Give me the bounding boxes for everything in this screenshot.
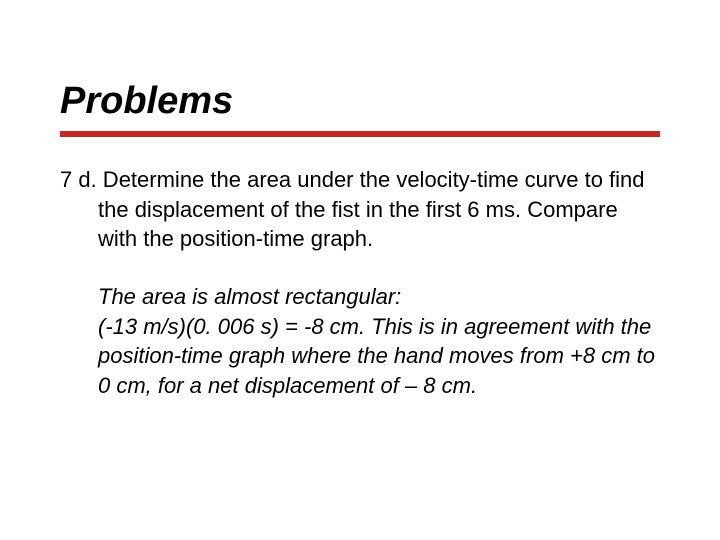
answer-block: The area is almost rectangular: (-13 m/s… bbox=[60, 282, 660, 401]
answer-line-1: The area is almost rectangular: bbox=[98, 282, 660, 312]
answer-line-2: (-13 m/s)(0. 006 s) = -8 cm. This is in … bbox=[98, 312, 660, 401]
problem-text: 7 d. Determine the area under the veloci… bbox=[60, 165, 660, 254]
title-underline bbox=[60, 131, 660, 137]
slide-body: Problems 7 d. Determine the area under t… bbox=[0, 0, 720, 540]
problem-statement: 7 d. Determine the area under the veloci… bbox=[60, 165, 660, 254]
page-title: Problems bbox=[60, 80, 660, 123]
